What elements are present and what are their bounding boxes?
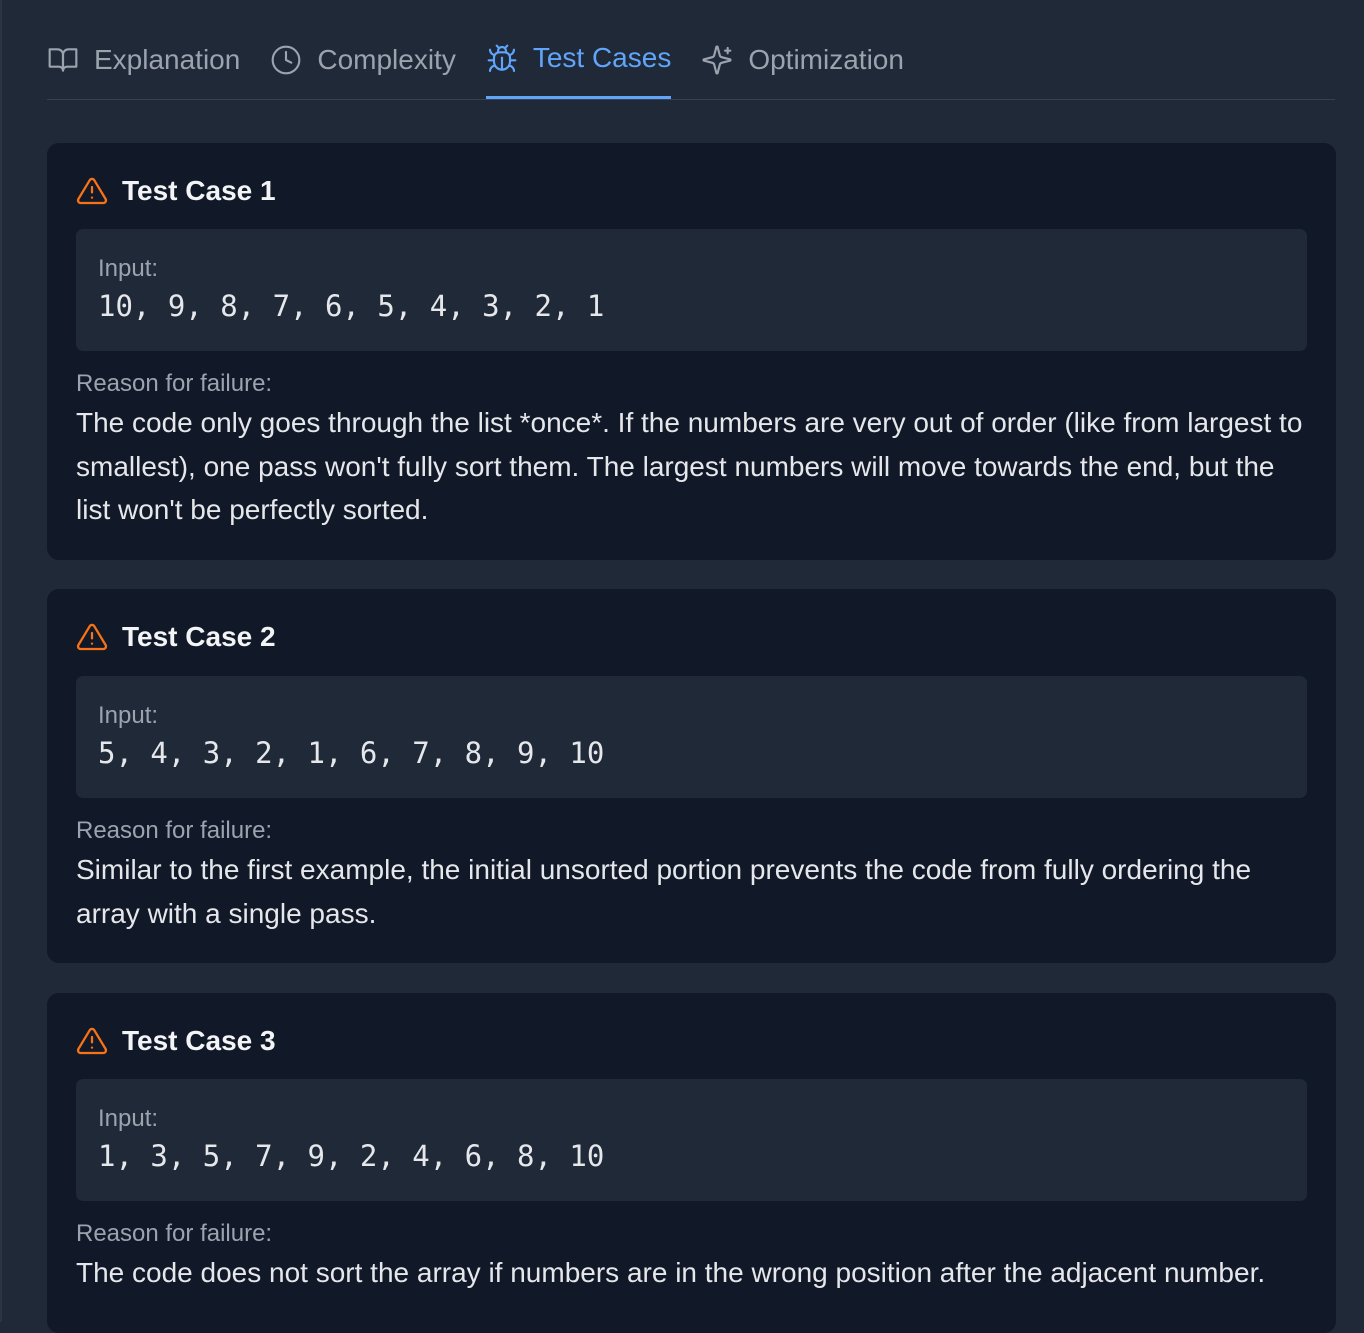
input-label: Input:: [98, 702, 159, 729]
input-value: 5, 4, 3, 2, 1, 6, 7, 8, 9, 10: [98, 736, 605, 770]
warning-icon: [76, 175, 108, 207]
reason-text: The code does not sort the array if numb…: [76, 1257, 1266, 1288]
sparkles-icon: [701, 44, 733, 76]
test-case-title: Test Case 2: [76, 621, 276, 653]
tab-complexity[interactable]: Complexity: [270, 30, 456, 90]
analysis-panel: Explanation Complexity Test Cases Optimi…: [0, 0, 1364, 1333]
tab-test-cases[interactable]: Test Cases: [485, 30, 672, 99]
test-case-card: Test Case 3 Input: 1, 3, 5, 7, 9, 2, 4, …: [47, 993, 1336, 1333]
test-case-title-text: Test Case 2: [122, 621, 276, 652]
test-case-title: Test Case 3: [76, 1025, 276, 1057]
tab-bar: Explanation Complexity Test Cases Optimi…: [47, 30, 1335, 100]
input-label: Input:: [98, 1105, 159, 1132]
test-case-card: Test Case 2 Input: 5, 4, 3, 2, 1, 6, 7, …: [47, 589, 1336, 963]
input-value: 10, 9, 8, 7, 6, 5, 4, 3, 2, 1: [98, 289, 605, 323]
input-box: Input: 10, 9, 8, 7, 6, 5, 4, 3, 2, 1: [76, 229, 1307, 351]
warning-icon: [76, 621, 108, 653]
reason-text: The code only goes through the list *onc…: [76, 407, 1303, 525]
input-box: Input: 1, 3, 5, 7, 9, 2, 4, 6, 8, 10: [76, 1079, 1307, 1201]
tab-label: Explanation: [94, 44, 241, 75]
test-case-title-text: Test Case 3: [122, 1025, 276, 1056]
tab-label: Complexity: [317, 44, 456, 75]
book-open-icon: [47, 44, 79, 76]
clock-icon: [270, 44, 302, 76]
tab-label: Test Cases: [532, 42, 672, 73]
reason-label: Reason for failure:: [76, 1220, 273, 1247]
tab-optimization[interactable]: Optimization: [701, 30, 904, 90]
test-case-title: Test Case 1: [76, 175, 276, 207]
test-case-title-text: Test Case 1: [122, 175, 276, 206]
reason-label: Reason for failure:: [76, 817, 273, 844]
test-case-card: Test Case 1 Input: 10, 9, 8, 7, 6, 5, 4,…: [47, 143, 1336, 560]
input-value: 1, 3, 5, 7, 9, 2, 4, 6, 8, 10: [98, 1139, 605, 1173]
input-label: Input:: [98, 255, 159, 282]
bug-icon: [486, 43, 518, 75]
tab-label: Optimization: [748, 44, 904, 75]
warning-icon: [76, 1025, 108, 1057]
input-box: Input: 5, 4, 3, 2, 1, 6, 7, 8, 9, 10: [76, 676, 1307, 798]
tab-explanation[interactable]: Explanation: [47, 30, 240, 90]
reason-label: Reason for failure:: [76, 370, 273, 397]
reason-text: Similar to the first example, the initia…: [76, 854, 1252, 929]
